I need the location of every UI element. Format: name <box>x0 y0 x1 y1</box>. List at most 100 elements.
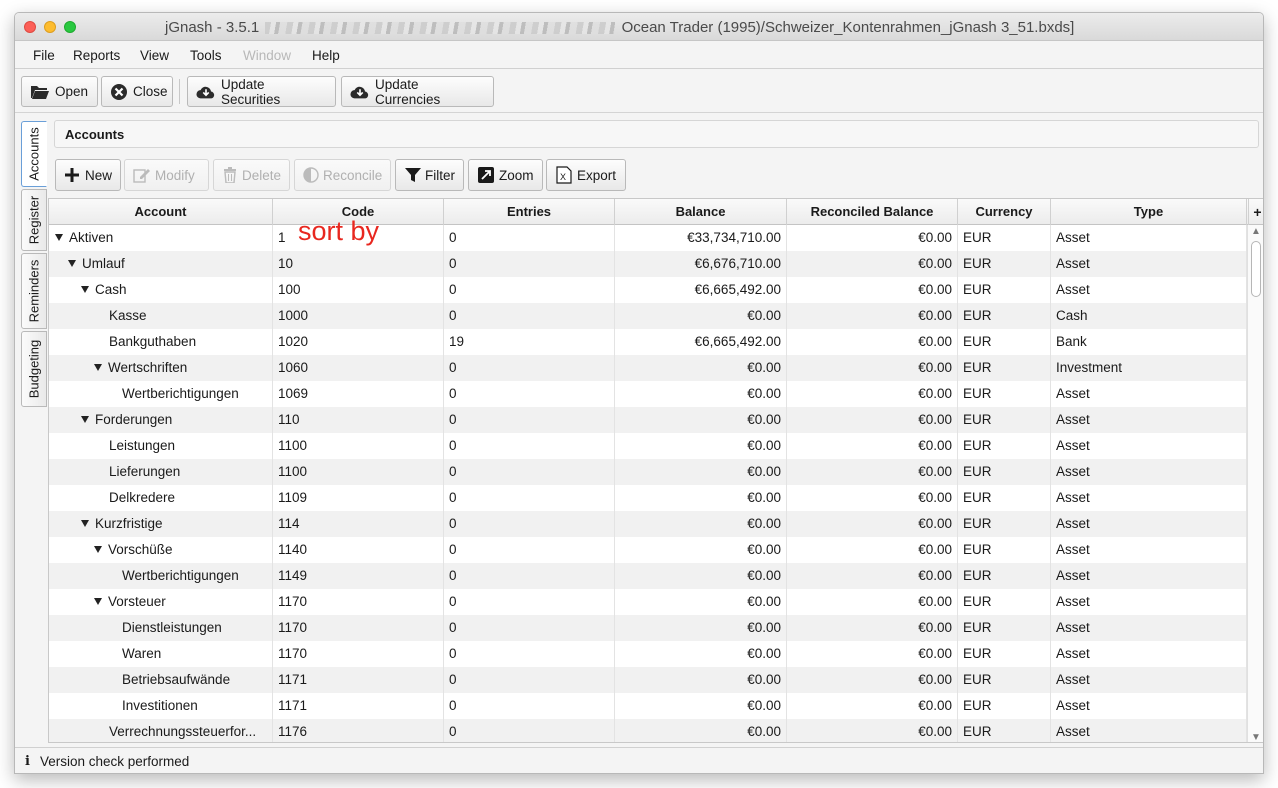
type-cell: Asset <box>1051 693 1247 719</box>
export-button[interactable]: X Export <box>546 159 626 191</box>
table-row[interactable]: Verrechnungssteuerfor... 1176 0 €0.00 €0.00 E… <box>49 719 1249 742</box>
table-row[interactable]: Wertberichtigungen 1149 0 €0.00 €0.00 EUR Asse… <box>49 563 1249 589</box>
table-row[interactable]: Wertberichtigungen 1069 0 €0.00 €0.00 EUR Asse… <box>49 381 1249 407</box>
account-name: Investitionen <box>122 698 198 713</box>
expand-triangle-icon[interactable] <box>94 363 102 371</box>
menu-tools[interactable]: Tools <box>190 48 222 63</box>
account-cell: Wertschriften <box>49 355 273 381</box>
zoom-window-button[interactable] <box>64 21 76 33</box>
balance-cell: €0.00 <box>615 589 787 615</box>
table-row[interactable]: Waren 1170 0 €0.00 €0.00 EUR Asset <box>49 641 1249 667</box>
entries-cell: 0 <box>444 537 615 563</box>
table-row[interactable]: Lieferungen 1100 0 €0.00 €0.00 EUR Asset <box>49 459 1249 485</box>
open-label: Open <box>55 84 89 99</box>
table-row[interactable]: Delkredere 1109 0 €0.00 €0.00 EUR Asset <box>49 485 1249 511</box>
half-circle-icon <box>303 166 319 184</box>
scroll-down-arrow-icon[interactable]: ▼ <box>1251 732 1261 742</box>
balance-cell: €0.00 <box>615 693 787 719</box>
vertical-scrollbar[interactable]: ▲ ▼ <box>1247 225 1263 742</box>
account-cell: Investitionen <box>49 693 273 719</box>
reconciled-cell: €0.00 <box>787 277 958 303</box>
table-row[interactable]: Dienstleistungen 1170 0 €0.00 €0.00 EUR Asset <box>49 615 1249 641</box>
table-row[interactable]: Wertschriften 1060 0 €0.00 €0.00 EUR Investmen… <box>49 355 1249 381</box>
minimize-window-button[interactable] <box>44 21 56 33</box>
update-securities-button[interactable]: Update Securities <box>187 76 336 107</box>
zoom-button[interactable]: Zoom <box>468 159 543 191</box>
table-row[interactable]: Umlauf 10 0 €6,676,710.00 €0.00 EUR Asset <box>49 251 1249 277</box>
entries-cell: 0 <box>444 303 615 329</box>
menu-reports[interactable]: Reports <box>73 48 120 63</box>
balance-cell: €0.00 <box>615 719 787 742</box>
type-cell: Asset <box>1051 433 1247 459</box>
table-row[interactable]: Aktiven 1 0 €33,734,710.00 €0.00 EUR Asset <box>49 225 1249 251</box>
reconciled-cell: €0.00 <box>787 485 958 511</box>
currency-cell: EUR <box>958 485 1051 511</box>
expand-triangle-icon[interactable] <box>81 519 89 527</box>
expand-triangle-icon[interactable] <box>94 597 102 605</box>
column-header-currency[interactable]: Currency <box>958 199 1051 225</box>
table-row[interactable]: Cash 100 0 €6,665,492.00 €0.00 EUR Asset <box>49 277 1249 303</box>
column-header-type[interactable]: Type <box>1051 199 1247 225</box>
code-cell: 1149 <box>273 563 444 589</box>
menu-file[interactable]: File <box>33 48 55 63</box>
update-currencies-button[interactable]: Update Currencies <box>341 76 494 107</box>
entries-cell: 0 <box>444 719 615 742</box>
table-row[interactable]: Leistungen 1100 0 €0.00 €0.00 EUR Asset <box>49 433 1249 459</box>
zoom-label: Zoom <box>499 167 534 183</box>
column-header-balance[interactable]: Balance <box>615 199 787 225</box>
open-button[interactable]: Open <box>21 76 98 107</box>
filter-icon <box>404 166 421 184</box>
plus-icon <box>64 166 81 184</box>
balance-cell: €33,734,710.00 <box>615 225 787 251</box>
scroll-up-arrow-icon[interactable]: ▲ <box>1251 226 1261 237</box>
tab-accounts-label: Accounts <box>26 127 42 181</box>
app-window: jGnash - 3.5.1 Ocean Trader (1995)/Schwe… <box>14 12 1264 774</box>
update-securities-label: Update Securities <box>221 76 281 107</box>
expand-triangle-icon[interactable] <box>55 233 63 241</box>
type-cell: Investment <box>1051 355 1247 381</box>
entries-cell: 0 <box>444 251 615 277</box>
expand-triangle-icon[interactable] <box>68 259 76 267</box>
entries-cell: 0 <box>444 615 615 641</box>
tab-budgeting[interactable]: Budgeting <box>21 331 47 407</box>
table-row[interactable]: Kasse 1000 0 €0.00 €0.00 EUR Cash <box>49 303 1249 329</box>
table-row[interactable]: Forderungen 110 0 €0.00 €0.00 EUR Asset <box>49 407 1249 433</box>
code-cell: 1109 <box>273 485 444 511</box>
reconciled-cell: €0.00 <box>787 407 958 433</box>
reconciled-cell: €0.00 <box>787 719 958 742</box>
expand-triangle-icon[interactable] <box>81 285 89 293</box>
table-row[interactable]: Vorschüße 1140 0 €0.00 €0.00 EUR Asset <box>49 537 1249 563</box>
balance-cell: €0.00 <box>615 303 787 329</box>
table-row[interactable]: Vorsteuer 1170 0 €0.00 €0.00 EUR Asset <box>49 589 1249 615</box>
add-column-button[interactable]: + <box>1248 199 1263 225</box>
type-cell: Asset <box>1051 251 1247 277</box>
accounts-toolbar: New Modify Delete Reconcile Filter Zoom … <box>55 159 1255 193</box>
currency-cell: EUR <box>958 693 1051 719</box>
reconciled-cell: €0.00 <box>787 693 958 719</box>
expand-triangle-icon[interactable] <box>81 415 89 423</box>
column-header-account[interactable]: Account <box>49 199 273 225</box>
expand-triangle-icon[interactable] <box>94 545 102 553</box>
scrollbar-thumb[interactable] <box>1251 241 1261 297</box>
table-row[interactable]: Betriebsaufwände 1171 0 €0.00 €0.00 EUR Asset <box>49 667 1249 693</box>
menu-bar: File Reports View Tools Window Help <box>15 41 1263 69</box>
table-row[interactable]: Investitionen 1171 0 €0.00 €0.00 EUR Asset <box>49 693 1249 719</box>
menu-view[interactable]: View <box>140 48 169 63</box>
status-text: Version check performed <box>39 754 190 769</box>
tab-accounts[interactable]: Accounts <box>21 121 47 187</box>
close-button[interactable]: Close <box>101 76 173 107</box>
table-row[interactable]: Kurzfristige 114 0 €0.00 €0.00 EUR Asset <box>49 511 1249 537</box>
column-header-reconciled[interactable]: Reconciled Balance <box>787 199 958 225</box>
tab-reminders[interactable]: Reminders <box>21 253 47 329</box>
menu-help[interactable]: Help <box>312 48 340 63</box>
account-cell: Forderungen <box>49 407 273 433</box>
tab-register[interactable]: Register <box>21 189 47 251</box>
filter-button[interactable]: Filter <box>395 159 464 191</box>
table-row[interactable]: Bankguthaben 1020 19 €6,665,492.00 €0.00 EUR B… <box>49 329 1249 355</box>
account-cell: Kurzfristige <box>49 511 273 537</box>
column-header-entries[interactable]: Entries <box>444 199 615 225</box>
currency-cell: EUR <box>958 563 1051 589</box>
account-name: Lieferungen <box>109 464 181 479</box>
new-account-button[interactable]: New <box>55 159 121 191</box>
close-window-button[interactable] <box>24 21 36 33</box>
